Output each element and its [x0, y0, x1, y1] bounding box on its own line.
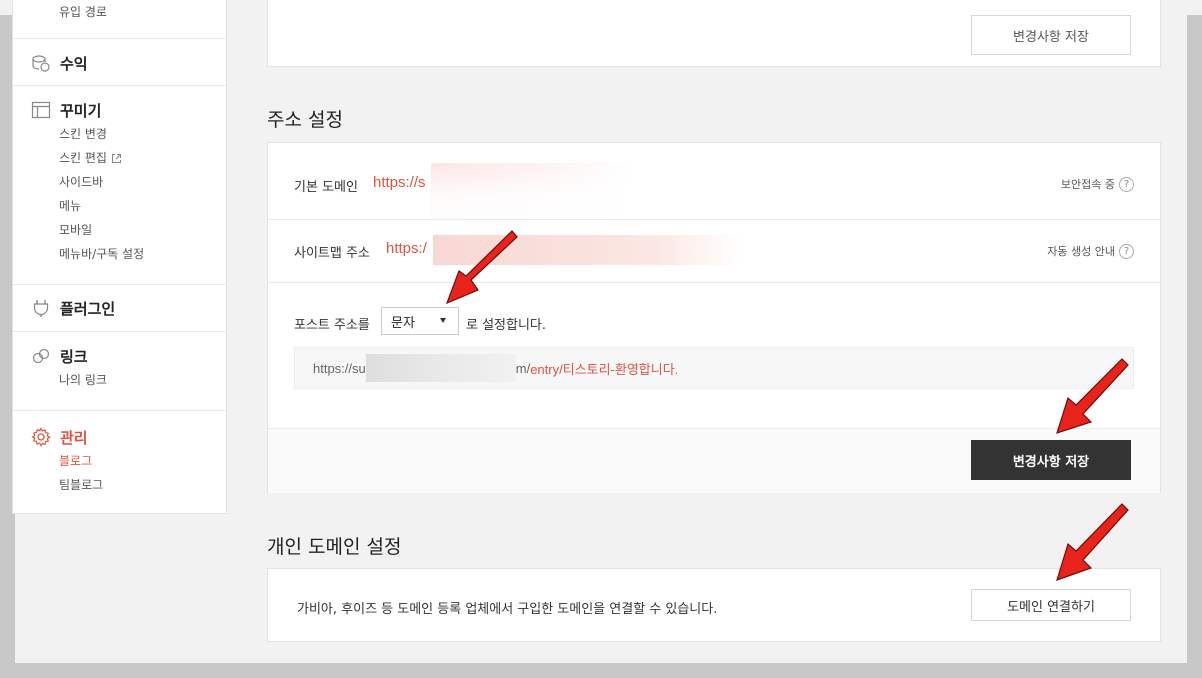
- plug-icon: [31, 298, 51, 318]
- sidebar-item-menubar-subscribe[interactable]: 메뉴바/구독 설정: [13, 242, 226, 266]
- post-address-prefix: 포스트 주소를: [294, 318, 370, 333]
- sidebar: 유입 경로 수익 꾸미기 스킨 변경 스킨 편집 사이드바 메뉴 모바일 메뉴바…: [12, 0, 227, 514]
- address-settings-title: 주소 설정: [267, 109, 343, 131]
- sidebar-group-stats: 유입 경로: [13, 0, 226, 39]
- row-divider: [268, 219, 1160, 220]
- sidebar-group-decorate: 꾸미기 스킨 변경 스킨 편집 사이드바 메뉴 모바일 메뉴바/구독 설정: [13, 86, 226, 285]
- sitemap-label: 사이트맵 주소: [294, 246, 370, 261]
- preview-mid: m/: [515, 360, 531, 376]
- sidebar-item-blog[interactable]: 블로그: [13, 449, 226, 473]
- select-value: 문자: [391, 315, 415, 331]
- sidebar-item-skin-change[interactable]: 스킨 변경: [13, 122, 226, 146]
- sidebar-group-link: 링크 나의 링크: [13, 332, 226, 411]
- default-domain-label: 기본 도메인: [294, 180, 358, 195]
- row-divider: [268, 282, 1160, 283]
- coins-icon: [31, 53, 51, 73]
- sidebar-item-label: 팀블로그: [59, 478, 104, 492]
- sidebar-item-label: 수익: [60, 54, 88, 73]
- secure-connection-status: 보안접속 중 ?: [1061, 176, 1134, 192]
- sidebar-group-manage: 관리 블로그 팀블로그: [13, 411, 226, 497]
- sidebar-group-revenue: 수익: [13, 39, 226, 86]
- sitemap-help-text: 자동 생성 안내: [1047, 245, 1115, 258]
- sidebar-item-menu[interactable]: 메뉴: [13, 194, 226, 218]
- redaction-mask: [433, 235, 743, 265]
- secure-status-text: 보안접속 중: [1060, 178, 1115, 191]
- layout-icon: [31, 100, 51, 120]
- sitemap-help: 자동 생성 안내 ?: [1047, 243, 1134, 259]
- chevron-down-icon: [440, 318, 446, 323]
- sidebar-item-revenue[interactable]: 수익: [13, 51, 226, 75]
- sidebar-item-label: 메뉴: [59, 199, 82, 213]
- address-settings-card: 기본 도메인 https://s 보안접속 중 ? 사이트맵 주소 https:…: [267, 142, 1161, 493]
- sidebar-item-plugin[interactable]: 플러그인: [13, 296, 226, 320]
- sidebar-item-label: 관리: [60, 428, 88, 447]
- redaction-mask: [431, 143, 771, 219]
- help-icon[interactable]: ?: [1119, 243, 1134, 259]
- sidebar-item-label: 블로그: [59, 454, 93, 468]
- sidebar-group-plugin: 플러그인: [13, 285, 226, 332]
- redaction-mask: [365, 354, 516, 382]
- gear-icon: [31, 427, 51, 447]
- sidebar-item-label: 꾸미기: [60, 101, 102, 120]
- post-address-suffix: 로 설정합니다.: [466, 318, 547, 333]
- sidebar-item-label: 사이드바: [59, 175, 104, 189]
- sidebar-item-team-blog[interactable]: 팀블로그: [13, 473, 226, 497]
- sidebar-item-decorate[interactable]: 꾸미기: [13, 98, 226, 122]
- custom-domain-description: 가비아, 후이즈 등 도메인 등록 업체에서 구입한 도메인을 연결할 수 있습…: [297, 602, 718, 617]
- sidebar-item-manage[interactable]: 관리: [13, 425, 226, 449]
- external-link-icon: [111, 153, 122, 164]
- help-icon[interactable]: ?: [1119, 176, 1134, 192]
- sidebar-item-mobile[interactable]: 모바일: [13, 218, 226, 242]
- sidebar-item-skin-edit[interactable]: 스킨 편집: [13, 146, 226, 170]
- link-icon: [31, 346, 51, 366]
- save-changes-button[interactable]: 변경사항 저장: [971, 440, 1131, 480]
- sidebar-item-inflow[interactable]: 유입 경로: [13, 0, 107, 24]
- sidebar-item-label: 스킨 변경: [59, 127, 107, 141]
- sidebar-item-sidebar[interactable]: 사이드바: [13, 170, 226, 194]
- preview-start: https://su: [313, 360, 366, 376]
- custom-domain-card: 가비아, 후이즈 등 도메인 등록 업체에서 구입한 도메인을 연결할 수 있습…: [267, 568, 1161, 642]
- preview-path: entry/티스토리-환영합니다.: [530, 361, 679, 377]
- sitemap-value: https:/: [386, 240, 427, 257]
- sidebar-item-label: 링크: [60, 347, 88, 366]
- sidebar-item-label: 모바일: [59, 223, 93, 237]
- sidebar-item-label: 유입 경로: [59, 5, 107, 19]
- custom-domain-title: 개인 도메인 설정: [267, 536, 402, 558]
- sidebar-item-label: 메뉴바/구독 설정: [59, 247, 145, 261]
- sidebar-item-link[interactable]: 링크: [13, 344, 226, 368]
- connect-domain-button[interactable]: 도메인 연결하기: [971, 589, 1131, 621]
- post-address-format-select[interactable]: 문자: [381, 307, 459, 335]
- save-changes-button-top[interactable]: 변경사항 저장: [971, 15, 1131, 55]
- sidebar-item-label: 플러그인: [60, 299, 116, 318]
- post-url-preview: https://su m/ entry/티스토리-환영합니다.: [294, 347, 1134, 389]
- previous-settings-card: 변경사항 저장: [267, 0, 1161, 67]
- sidebar-item-label: 나의 링크: [59, 373, 107, 387]
- sidebar-item-label: 스킨 편집: [59, 151, 107, 165]
- default-domain-value: https://s: [373, 174, 426, 191]
- sidebar-item-my-link[interactable]: 나의 링크: [13, 368, 226, 392]
